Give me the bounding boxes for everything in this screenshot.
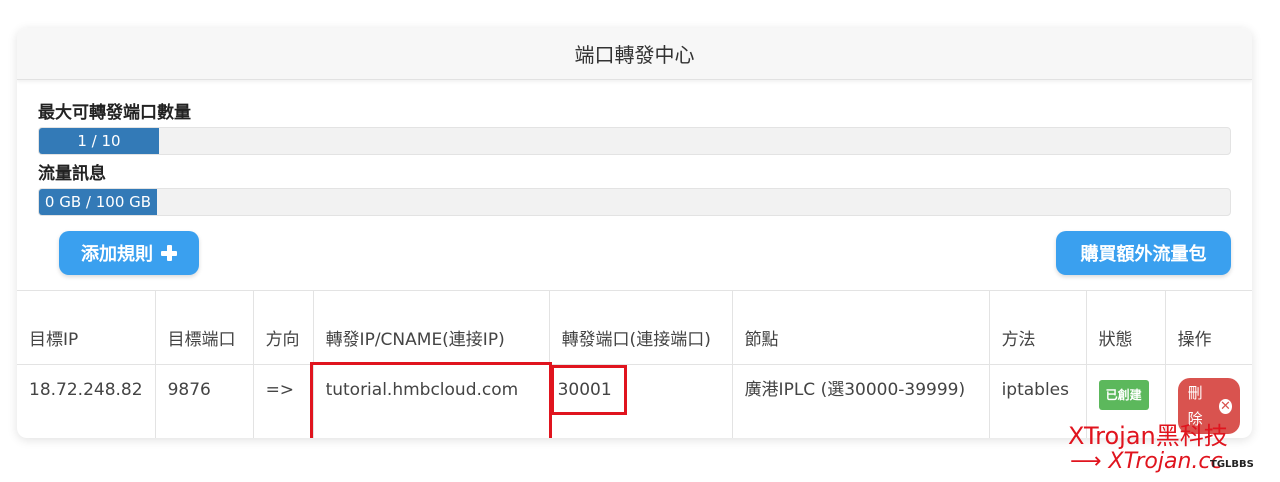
cell-target-port: 9876 <box>154 364 254 438</box>
forward-port-value: 30001 <box>550 365 627 415</box>
buy-traffic-button[interactable]: 購買額外流量包 <box>1056 231 1231 275</box>
cell-direction: => <box>252 364 314 438</box>
add-rule-label: 添加規則 <box>81 244 153 265</box>
cell-forward-port: 30001 <box>548 364 733 438</box>
table-row: 18.72.248.82 9876 => tutorial.hmbcloud.c… <box>17 361 1252 438</box>
traffic-progress-fill: 0 GB / 100 GB <box>39 189 157 215</box>
watermark-site: ⟶ XTrojan.cc <box>1070 449 1223 474</box>
col-method: 方法 <box>988 290 1087 365</box>
buy-traffic-label: 購買額外流量包 <box>1080 244 1207 265</box>
col-forward-port: 轉發端口(連接端口) <box>548 290 733 365</box>
status-badge: 已創建 <box>1098 380 1149 410</box>
col-forward-host: 轉發IP/CNAME(連接IP) <box>312 290 550 365</box>
port-quota-progress-fill: 1 / 10 <box>39 128 159 154</box>
watermark-brand: XTrojan黑科技 <box>1068 422 1228 450</box>
traffic-label: 流量訊息 <box>38 164 106 184</box>
col-node: 節點 <box>731 290 990 365</box>
cell-forward-host: tutorial.hmbcloud.com <box>310 361 553 438</box>
col-action: 操作 <box>1164 290 1252 365</box>
cell-target-ip: 18.72.248.82 <box>17 364 156 438</box>
page-title: 端口轉發中心 <box>17 28 1252 80</box>
col-target-ip: 目標IP <box>17 290 156 365</box>
traffic-progress: 0 GB / 100 GB <box>38 188 1231 216</box>
port-forwarding-panel: 端口轉發中心 最大可轉發端口數量 1 / 10 流量訊息 0 GB / 100 … <box>17 28 1252 438</box>
col-direction: 方向 <box>252 290 314 365</box>
table-header-row: 目標IP 目標端口 方向 轉發IP/CNAME(連接IP) 轉發端口(連接端口)… <box>17 290 1252 365</box>
watermark-tag: TGLBBS <box>1210 459 1254 470</box>
close-icon: ✕ <box>1218 398 1232 414</box>
forwarding-rules-table: 目標IP 目標端口 方向 轉發IP/CNAME(連接IP) 轉發端口(連接端口)… <box>17 290 1252 438</box>
cell-node: 廣港IPLC (選30000-39999) <box>731 364 990 438</box>
arrow-right-icon: ⟶ <box>1070 449 1109 474</box>
port-quota-label: 最大可轉發端口數量 <box>38 103 191 123</box>
add-rule-button[interactable]: 添加規則 <box>59 231 199 275</box>
port-quota-progress: 1 / 10 <box>38 127 1231 155</box>
col-status: 狀態 <box>1085 290 1166 365</box>
col-target-port: 目標端口 <box>154 290 254 365</box>
watermark-site-text: XTrojan.cc <box>1108 449 1223 474</box>
plus-icon <box>161 245 177 261</box>
